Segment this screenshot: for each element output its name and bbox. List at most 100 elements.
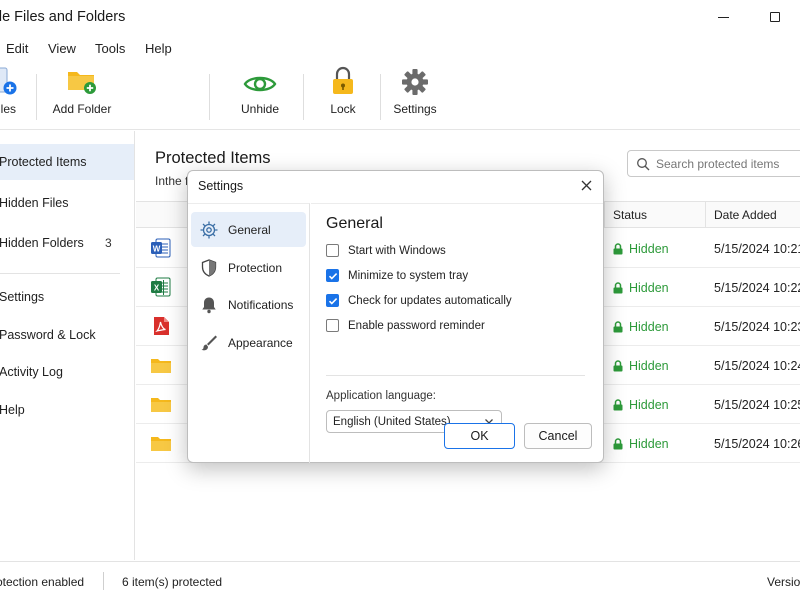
- sidebar: Protected Items Hidden Files Hidden Fold…: [0, 131, 135, 560]
- column-header-status[interactable]: Status: [613, 208, 647, 222]
- hidden-folders-count: 3: [105, 236, 112, 250]
- maximize-button[interactable]: [752, 0, 798, 34]
- settings-dialog: Settings General Protection Notification…: [187, 170, 604, 463]
- page-title: Protected Items: [155, 149, 271, 167]
- settings-nav-protection[interactable]: Protection: [191, 250, 306, 285]
- sidebar-item-hidden-files[interactable]: Hidden Files: [0, 185, 134, 221]
- status-text: Hidden: [629, 398, 669, 412]
- option-minimize-to-tray[interactable]: Minimize to system tray: [326, 269, 468, 282]
- add-files-label: iles: [0, 102, 16, 116]
- minimize-button[interactable]: [700, 0, 746, 34]
- add-files-button[interactable]: iles: [0, 62, 28, 130]
- language-label: Application language:: [326, 390, 436, 402]
- shield-icon: [200, 258, 218, 277]
- checkbox[interactable]: [326, 294, 339, 307]
- title-bar: de Files and Folders: [0, 0, 800, 34]
- sidebar-item-activity-log[interactable]: Activity Log: [0, 354, 134, 390]
- toolbar-divider: [36, 74, 37, 120]
- checkbox-label: Check for updates automatically: [348, 294, 512, 307]
- add-folder-button[interactable]: Add Folder: [52, 62, 112, 130]
- status-text: Hidden: [629, 281, 669, 295]
- status-badge: Hidden: [613, 437, 669, 451]
- column-header-date-added[interactable]: Date Added: [714, 208, 777, 222]
- gear-icon: [200, 221, 218, 239]
- search-icon: [636, 157, 650, 171]
- word-icon: W: [151, 238, 171, 258]
- bell-icon: [200, 296, 218, 314]
- search-input[interactable]: [656, 156, 796, 171]
- settings-nav-general[interactable]: General: [191, 212, 306, 247]
- sidebar-item-label: Password & Lock: [0, 328, 96, 342]
- lock-icon: [613, 243, 623, 255]
- lock-icon: [613, 399, 623, 411]
- settings-nav-label: General: [228, 222, 271, 237]
- menu-bar: Edit View Tools Help: [0, 36, 800, 62]
- settings-nav-label: Protection: [228, 260, 283, 275]
- settings-toolbar-button[interactable]: Settings: [392, 62, 438, 130]
- column-divider: [705, 202, 706, 228]
- gear-icon: [401, 62, 429, 100]
- lock-button[interactable]: Lock: [322, 62, 364, 130]
- sidebar-item-settings[interactable]: Settings: [0, 279, 134, 315]
- menu-edit[interactable]: Edit: [6, 41, 28, 56]
- menu-view[interactable]: View: [48, 41, 76, 56]
- checkmark-icon: [328, 297, 337, 305]
- svg-text:X: X: [154, 284, 160, 293]
- unhide-button[interactable]: Unhide: [236, 62, 284, 130]
- status-text: Hidden: [629, 437, 669, 451]
- protection-status: otection enabled: [0, 575, 85, 589]
- brush-icon: [200, 334, 218, 352]
- protected-count: 6 item(s) protected: [122, 575, 223, 589]
- option-check-updates[interactable]: Check for updates automatically: [326, 294, 512, 307]
- status-badge: Hidden: [613, 320, 669, 334]
- folder-icon: [151, 394, 171, 414]
- sidebar-item-label: Settings: [0, 290, 45, 304]
- status-badge: Hidden: [613, 281, 669, 295]
- sidebar-item-help[interactable]: Help: [0, 392, 134, 428]
- date-added: 5/15/2024 10:23 A: [714, 320, 800, 334]
- sidebar-item-hidden-folders[interactable]: Hidden Folders 3: [0, 225, 134, 261]
- status-badge: Hidden: [613, 242, 669, 256]
- checkbox[interactable]: [326, 244, 339, 257]
- date-added: 5/15/2024 10:24 A: [714, 359, 800, 373]
- ok-button[interactable]: OK: [444, 423, 515, 449]
- sidebar-item-password-lock[interactable]: Password & Lock: [0, 317, 134, 353]
- cancel-button[interactable]: Cancel: [524, 423, 592, 449]
- checkbox-label: Start with Windows: [348, 244, 446, 257]
- toolbar-divider: [209, 74, 210, 120]
- settings-nav-notifications[interactable]: Notifications: [191, 287, 306, 322]
- lock-label: Lock: [330, 102, 356, 116]
- checkbox[interactable]: [326, 269, 339, 282]
- column-divider: [604, 202, 605, 228]
- sidebar-item-label: Hidden Files: [0, 196, 69, 210]
- lock-icon: [613, 438, 623, 450]
- sidebar-item-label: Hidden Folders: [0, 236, 84, 250]
- add-folder-icon: [66, 62, 98, 100]
- svg-text:W: W: [153, 245, 161, 254]
- close-button[interactable]: [576, 175, 596, 195]
- sidebar-item-label: Activity Log: [0, 365, 63, 379]
- settings-nav-label: Appearance: [228, 335, 293, 350]
- sidebar-item-label: Protected Items: [0, 155, 87, 169]
- sidebar-item-protected-items[interactable]: Protected Items: [0, 144, 134, 180]
- settings-nav: General Protection Notifications Appeara…: [188, 203, 310, 463]
- checkbox[interactable]: [326, 319, 339, 332]
- status-bar: otection enabled 6 item(s) protected Ver…: [0, 561, 800, 600]
- search-box[interactable]: [627, 150, 800, 177]
- checkmark-icon: [328, 272, 337, 280]
- minimize-icon: [717, 16, 729, 18]
- close-icon: [581, 180, 591, 190]
- folder-icon: [151, 433, 171, 453]
- option-password-reminder[interactable]: Enable password reminder: [326, 319, 485, 332]
- lock-icon: [613, 282, 623, 294]
- option-start-with-windows[interactable]: Start with Windows: [326, 244, 446, 257]
- menu-help[interactable]: Help: [145, 41, 172, 56]
- settings-nav-appearance[interactable]: Appearance: [191, 325, 306, 360]
- menu-tools[interactable]: Tools: [95, 41, 125, 56]
- sidebar-item-label: Help: [0, 403, 25, 417]
- excel-icon: X: [151, 277, 171, 297]
- date-added: 5/15/2024 10:25 A: [714, 398, 800, 412]
- date-added: 5/15/2024 10:26 A: [714, 437, 800, 451]
- lock-icon: [613, 321, 623, 333]
- toolbar-divider: [380, 74, 381, 120]
